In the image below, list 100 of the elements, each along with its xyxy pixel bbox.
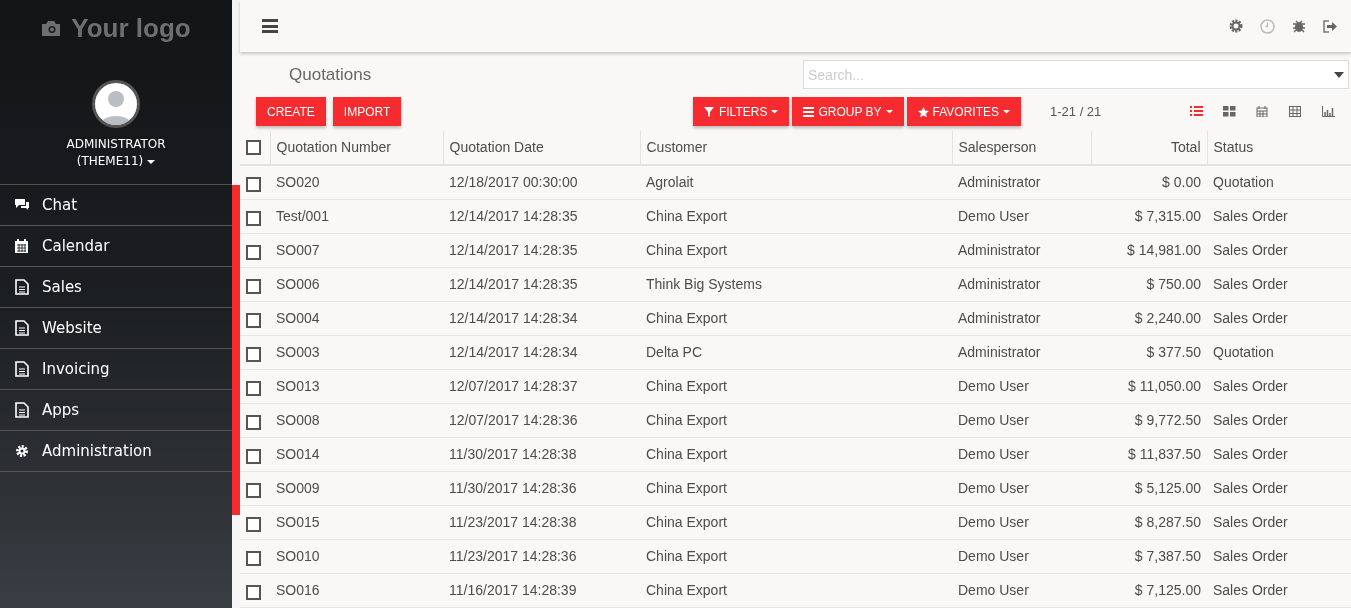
table-cell: China Export: [640, 505, 952, 540]
menu-icon[interactable]: [262, 19, 278, 33]
table-cell: China Export: [640, 199, 952, 234]
table-cell: $ 11,050.00: [1091, 369, 1207, 404]
table-cell: 11/23/2017 14:28:38: [443, 505, 640, 540]
table-cell: 12/14/2017 14:28:35: [443, 267, 640, 302]
table-cell: SO015: [270, 505, 443, 540]
table-cell: Sales Order: [1207, 369, 1351, 404]
table-cell: China Export: [640, 403, 952, 438]
settings-icon[interactable]: [1229, 19, 1243, 33]
table-cell: $ 7,125.00: [1091, 573, 1207, 608]
table-cell: $ 9,772.50: [1091, 403, 1207, 438]
company-name[interactable]: (THEME11): [76, 153, 144, 170]
table-cell: $ 5,125.00: [1091, 471, 1207, 506]
caret-icon: [885, 109, 893, 114]
checkbox[interactable]: [246, 517, 261, 532]
user-name[interactable]: ADMINISTRATOR: [0, 136, 232, 153]
table-cell: China Export: [640, 369, 952, 404]
grid-view-icon[interactable]: [1223, 106, 1236, 118]
checkbox[interactable]: [246, 585, 261, 600]
table-cell: China Export: [640, 573, 952, 608]
table-cell: 11/23/2017 14:28:36: [443, 539, 640, 574]
table-cell: China Export: [640, 471, 952, 506]
table-cell: $ 750.00: [1091, 267, 1207, 302]
table-cell: SO010: [270, 539, 443, 574]
sidebar-item[interactable]: Calendar: [0, 226, 232, 267]
caret-icon: [147, 159, 156, 164]
table-cell: 12/14/2017 14:28:35: [443, 233, 640, 268]
table-cell: Demo User: [952, 539, 1091, 574]
table-cell: Quotation: [1207, 335, 1351, 370]
table-cell: SO016: [270, 573, 443, 608]
calendar-icon[interactable]: [1256, 106, 1269, 118]
import-button[interactable]: IMPORT: [332, 97, 402, 127]
caret-icon: [771, 109, 779, 114]
table-cell: Sales Order: [1207, 437, 1351, 472]
table-cell: Sales Order: [1207, 471, 1351, 506]
document-icon: [14, 402, 30, 418]
checkbox[interactable]: [246, 140, 261, 156]
table-cell: 12/18/2017 00:30:00: [443, 165, 640, 200]
table-cell: China Export: [640, 233, 952, 268]
table-cell: 12/07/2017 14:28:36: [443, 403, 640, 438]
table-cell: 12/14/2017 14:28:34: [443, 301, 640, 336]
column-header[interactable]: Quotation Date: [443, 131, 640, 166]
column-header[interactable]: Salesperson: [952, 131, 1091, 166]
checkbox[interactable]: [246, 449, 261, 464]
table-cell: $ 377.50: [1091, 335, 1207, 370]
table-view-icon[interactable]: [1289, 106, 1302, 118]
table-cell: Sales Order: [1207, 403, 1351, 438]
create-button[interactable]: CREATE: [256, 97, 326, 127]
bug-icon[interactable]: [1292, 19, 1306, 33]
table-cell: $ 0.00: [1091, 165, 1207, 200]
checkbox[interactable]: [246, 313, 261, 328]
pager: 1-21 / 21: [1050, 102, 1103, 121]
table-cell: Administrator: [952, 233, 1091, 268]
checkbox[interactable]: [246, 177, 261, 193]
table-cell: Sales Order: [1207, 573, 1351, 608]
table-cell: $ 8,287.50: [1091, 505, 1207, 540]
dropdown-button[interactable]: FAVORITES: [906, 97, 1021, 127]
table-cell: $ 7,387.50: [1091, 539, 1207, 574]
table-cell: $ 11,837.50: [1091, 437, 1207, 472]
checkbox[interactable]: [246, 483, 261, 498]
caret-icon[interactable]: [1334, 72, 1344, 79]
table-cell: Administrator: [952, 165, 1091, 200]
column-header[interactable]: Customer: [640, 131, 952, 166]
dropdown-button[interactable]: FILTERS: [692, 97, 790, 127]
list-view-icon[interactable]: [1190, 106, 1203, 118]
table-cell: Quotation: [1207, 165, 1351, 200]
column-header[interactable]: Status: [1207, 131, 1351, 166]
table-cell: SO006: [270, 267, 443, 302]
document-icon: [14, 320, 30, 336]
column-header[interactable]: Quotation Number: [270, 131, 443, 166]
table-cell: SO009: [270, 471, 443, 506]
table-cell: SO013: [270, 369, 443, 404]
dropdown-button[interactable]: GROUP BY: [792, 97, 904, 127]
checkbox[interactable]: [246, 381, 261, 396]
table-cell: $ 7,315.00: [1091, 199, 1207, 234]
checkbox[interactable]: [246, 279, 261, 294]
checkbox[interactable]: [246, 347, 261, 362]
table-cell: 11/16/2017 14:28:39: [443, 573, 640, 608]
table-cell: SO020: [270, 165, 443, 200]
table-cell: Sales Order: [1207, 505, 1351, 540]
table-cell: China Export: [640, 437, 952, 472]
table-cell: China Export: [640, 539, 952, 574]
table-cell: Demo User: [952, 403, 1091, 438]
table-cell: Administrator: [952, 267, 1091, 302]
table-cell: Administrator: [952, 301, 1091, 336]
table-cell: Think Big Systems: [640, 267, 952, 302]
table-cell: Demo User: [952, 369, 1091, 404]
checkbox[interactable]: [246, 551, 261, 566]
checkbox[interactable]: [246, 245, 261, 260]
table-cell: SO008: [270, 403, 443, 438]
checkbox[interactable]: [246, 211, 261, 226]
table-cell: 12/07/2017 14:28:37: [443, 369, 640, 404]
bar-chart-icon[interactable]: [1322, 106, 1335, 118]
logo-text: Your logo: [71, 11, 191, 45]
document-icon: [14, 279, 30, 295]
table-cell: Administrator: [952, 335, 1091, 370]
logout-icon[interactable]: [1323, 19, 1337, 33]
checkbox[interactable]: [246, 415, 261, 430]
column-header[interactable]: Total: [1091, 131, 1207, 166]
